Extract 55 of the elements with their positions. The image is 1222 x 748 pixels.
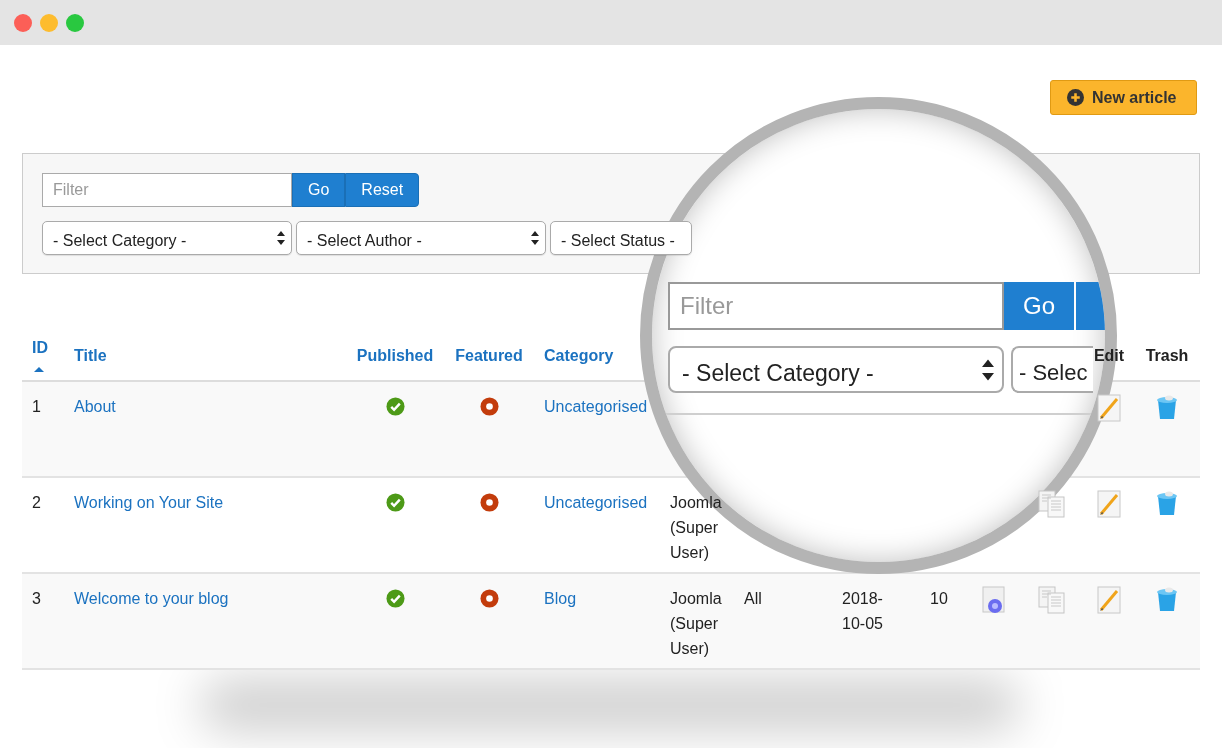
table-cell-text: Joomla (Super User) — [670, 493, 723, 563]
copy-documents-icon[interactable] — [1038, 586, 1066, 614]
article-title-link[interactable]: Working on Your Site — [74, 494, 224, 511]
article-title-link[interactable]: Welcome to your blog — [74, 590, 229, 607]
select-dropdown[interactable]: - Select Category - — [668, 346, 1004, 393]
filter-field[interactable]: Filter — [42, 173, 292, 207]
select-dropdown[interactable]: - Selec — [1011, 346, 1093, 393]
trash-icon[interactable] — [1156, 586, 1178, 612]
unfeatured-circle-icon[interactable] — [479, 397, 499, 416]
select-dropdown[interactable]: - Select Category - — [42, 221, 292, 255]
sort-ascending-icon[interactable] — [34, 367, 44, 372]
go-button[interactable]: Go — [1004, 282, 1074, 330]
category-link[interactable]: Uncategorised — [544, 494, 648, 511]
unfeatured-circle-icon[interactable] — [479, 493, 499, 512]
table-cell-text: 2018-10-05 — [842, 589, 884, 634]
column-header[interactable]: Published — [356, 344, 434, 368]
select-arrows-icon — [531, 231, 539, 245]
column-header[interactable]: Featured — [455, 344, 523, 368]
table-cell: 2 — [32, 494, 41, 511]
table-cell: 10 — [930, 590, 948, 607]
table-cell: 3 — [32, 590, 41, 607]
minimize-button[interactable] — [40, 13, 58, 32]
trash-icon[interactable] — [1156, 394, 1178, 420]
unfeatured-circle-icon[interactable] — [479, 589, 499, 608]
column-header[interactable]: ID — [32, 336, 48, 360]
select-dropdown[interactable]: - Select Author - — [296, 221, 546, 255]
select-dropdown[interactable]: - Select Status - — [550, 221, 692, 255]
document-badge-icon[interactable] — [982, 586, 1006, 614]
trash-icon[interactable] — [1156, 490, 1178, 516]
category-link[interactable]: Blog — [544, 590, 577, 607]
select-arrows-icon — [982, 358, 994, 381]
edit-pencil-icon[interactable] — [1097, 490, 1121, 518]
filter-field[interactable]: Filter — [668, 282, 1004, 330]
close-button[interactable] — [14, 13, 32, 32]
select-arrows-icon — [277, 231, 285, 245]
go-button[interactable]: Go — [292, 173, 346, 207]
table-cell: 1 — [32, 398, 41, 415]
check-circle-icon[interactable] — [385, 493, 405, 512]
check-circle-icon[interactable] — [385, 397, 405, 416]
copy-documents-icon[interactable] — [1038, 490, 1066, 518]
article-title-link[interactable]: About — [74, 398, 116, 415]
reset-button[interactable]: Reset — [345, 173, 420, 207]
maximize-button[interactable] — [66, 13, 84, 32]
plus-circle-icon — [1067, 89, 1084, 106]
check-circle-icon[interactable] — [385, 589, 405, 608]
column-header[interactable]: Title — [74, 344, 107, 368]
column-header: Trash — [1145, 346, 1189, 366]
edit-pencil-icon[interactable] — [1097, 394, 1121, 422]
new-article-button[interactable]: New article — [1050, 80, 1197, 115]
table-cell: All — [744, 590, 762, 607]
column-header[interactable]: Category — [544, 344, 614, 368]
table-cell-text: Joomla (Super User) — [670, 589, 723, 659]
category-link[interactable]: Uncategorised — [544, 398, 648, 415]
column-header: Edit — [1093, 346, 1125, 366]
edit-pencil-icon[interactable] — [1097, 586, 1121, 614]
